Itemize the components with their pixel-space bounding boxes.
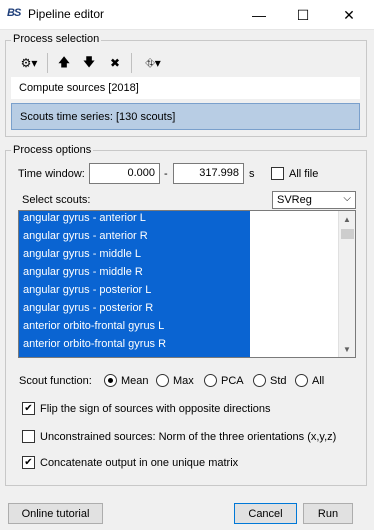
title-bar: BS Pipeline editor — ☐ ✕ [0, 0, 374, 30]
delete-process-button[interactable]: ✖ [106, 54, 124, 72]
move-up-button[interactable]: 🡅 [55, 54, 73, 72]
radio-mean[interactable] [104, 374, 117, 387]
scout-list-scrollbar[interactable]: ▲ ▼ [338, 211, 355, 357]
atlas-select-value: SVReg [277, 194, 312, 206]
scout-list-item[interactable]: angular gyrus - posterior L [23, 284, 151, 302]
radio-mean-label: Mean [121, 375, 149, 387]
scout-list-item[interactable]: angular gyrus - middle L [23, 248, 141, 266]
settings-menu-button[interactable]: ⚙▾ [16, 54, 42, 72]
scroll-down-icon[interactable]: ▼ [339, 341, 355, 357]
pipeline-menu-button[interactable]: ⛗▾ [139, 54, 167, 72]
radio-all[interactable] [295, 374, 308, 387]
scout-list[interactable]: angular gyrus - anterior L angular gyrus… [18, 210, 356, 358]
scout-list-item[interactable]: anterior orbito-frontal gyrus L [23, 320, 164, 338]
radio-max-label: Max [173, 375, 194, 387]
unconstrained-label: Unconstrained sources: Norm of the three… [40, 431, 337, 443]
pipeline-icon: ⛗▾ [145, 55, 161, 70]
time-unit-label: s [249, 168, 255, 180]
concatenate-label: Concatenate output in one unique matrix [40, 457, 239, 469]
scout-list-item[interactable]: angular gyrus - anterior R [23, 230, 148, 248]
window-title: Pipeline editor [28, 7, 105, 21]
scout-list-item[interactable]: angular gyrus - posterior R [23, 302, 153, 320]
toolbar-separator [131, 53, 132, 73]
time-start-input[interactable]: 0.000 [89, 163, 160, 184]
select-scouts-label: Select scouts: [22, 194, 91, 206]
concatenate-checkbox[interactable]: ✔ [22, 456, 35, 469]
scout-list-item[interactable]: angular gyrus - anterior L [23, 212, 146, 230]
process-item-label: Scouts time series: [130 scouts] [20, 110, 176, 123]
delete-icon: ✖ [109, 56, 121, 70]
process-item-compute-sources[interactable]: Compute sources [2018] [11, 77, 360, 99]
minimize-icon: — [252, 7, 266, 23]
radio-std[interactable] [253, 374, 266, 387]
gear-icon: ⚙▾ [20, 56, 38, 70]
move-down-button[interactable]: 🡇 [80, 54, 98, 72]
maximize-button[interactable]: ☐ [280, 0, 326, 30]
run-button[interactable]: Run [303, 503, 353, 524]
radio-pca[interactable] [204, 374, 217, 387]
online-tutorial-button[interactable]: Online tutorial [8, 503, 103, 524]
scout-list-item[interactable]: angular gyrus - middle R [23, 266, 143, 284]
flip-sign-checkbox[interactable]: ✔ [22, 402, 35, 415]
radio-max[interactable] [156, 374, 169, 387]
time-window-label: Time window: [18, 168, 85, 180]
all-file-label: All file [289, 168, 319, 180]
radio-std-label: Std [270, 375, 287, 387]
process-options-legend: Process options [11, 144, 94, 156]
atlas-select[interactable]: SVReg ⌵ [272, 191, 356, 209]
process-selection-legend: Process selection [11, 33, 102, 45]
radio-pca-label: PCA [221, 375, 244, 387]
toolbar-separator [47, 53, 48, 73]
time-end-input[interactable]: 317.998 [173, 163, 244, 184]
arrow-up-icon: 🡅 [57, 54, 71, 69]
maximize-icon: ☐ [296, 6, 310, 23]
cancel-button[interactable]: Cancel [234, 503, 297, 524]
brainstorm-logo-icon: BS [7, 7, 21, 19]
chevron-down-icon: ⌵ [343, 193, 351, 204]
process-item-scouts-time-series[interactable]: Scouts time series: [130 scouts] [11, 103, 360, 130]
close-icon: ✕ [343, 6, 355, 23]
time-separator: - [164, 168, 168, 180]
radio-all-label: All [312, 375, 325, 387]
scroll-thumb[interactable] [341, 229, 354, 239]
close-button[interactable]: ✕ [326, 0, 372, 30]
flip-sign-label: Flip the sign of sources with opposite d… [40, 403, 271, 415]
scout-list-item[interactable]: anterior orbito-frontal gyrus R [23, 338, 166, 356]
all-file-checkbox[interactable] [271, 167, 284, 180]
unconstrained-checkbox[interactable] [22, 430, 35, 443]
scout-function-label: Scout function: [19, 375, 92, 387]
minimize-button[interactable]: — [236, 0, 282, 30]
scroll-up-icon[interactable]: ▲ [339, 211, 355, 227]
arrow-down-icon: 🡇 [82, 54, 96, 69]
process-item-label: Compute sources [2018] [19, 82, 139, 94]
